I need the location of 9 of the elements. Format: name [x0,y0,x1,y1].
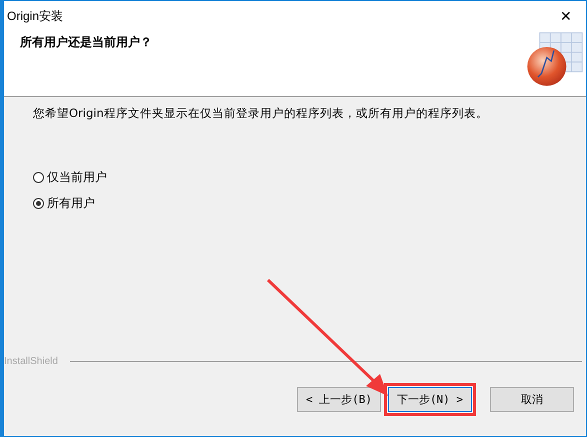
window-title: Origin安装 [6,8,64,24]
radio-option[interactable]: 仅当前用户 [33,169,586,186]
description-text: 您希望Origin程序文件夹显示在仅当前登录用户的程序列表，或所有用户的程序列表。 [33,106,489,121]
dialog-button[interactable]: 取消 [490,387,574,412]
dialog-button[interactable]: < 上一步(B) [297,387,381,412]
close-button[interactable]: ✕ [546,1,586,31]
brand-label: InstallShield [4,356,58,367]
page-heading: 所有用户还是当前用户？ [19,34,152,51]
radio-option[interactable]: 所有用户 [33,195,586,212]
